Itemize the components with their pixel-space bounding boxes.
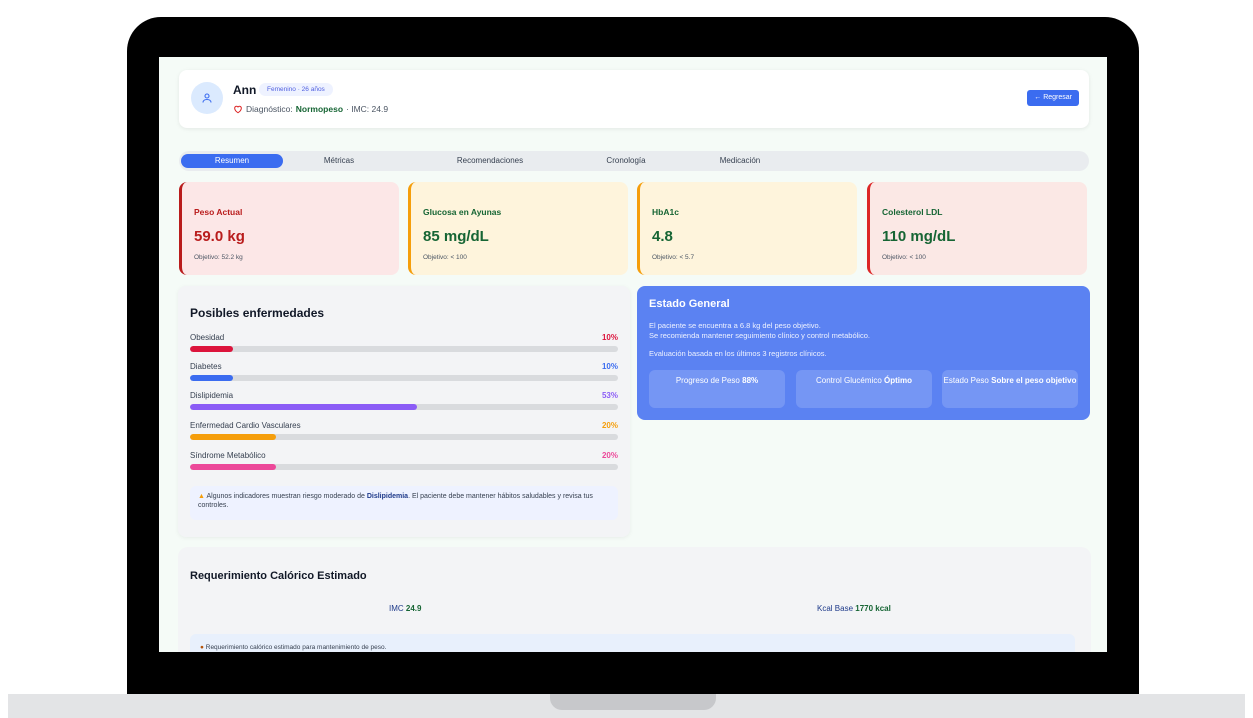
app-screen: Ann Femenino · 26 años Diagnóstico: Norm… xyxy=(159,57,1107,652)
estado-general-panel: Estado General El paciente se encuentra … xyxy=(637,286,1090,420)
alert-disease: Dislipidemia xyxy=(366,493,409,500)
disease-track xyxy=(190,404,618,410)
metric-value: 59.0 kg xyxy=(194,228,245,245)
disease-name: Enfermedad Cardio Vasculares xyxy=(190,421,301,430)
stat-value: Óptimo xyxy=(884,376,913,385)
metric-label: Peso Actual xyxy=(194,207,243,217)
estado-title: Estado General xyxy=(649,298,730,310)
estado-line: Evaluación basada en los últimos 3 regis… xyxy=(649,349,827,358)
gender-age-badge: Femenino · 26 años xyxy=(259,83,333,96)
kcal-value: 1770 kcal xyxy=(855,604,891,613)
stat-label: Progreso de Peso xyxy=(675,376,740,385)
caloric-note-text: Requerimiento calórico estimado para man… xyxy=(205,644,387,651)
diagnosis-value: Normopeso xyxy=(295,104,344,114)
disease-percent: 20% xyxy=(601,451,618,460)
metric-card-glucosa: Glucosa en Ayunas 85 mg/dL Objetivo: < 1… xyxy=(408,182,628,275)
risk-alert: ▲ Algunos indicadores muestran riesgo mo… xyxy=(190,486,618,520)
disease-row: Obesidad 10% xyxy=(190,333,618,359)
tab-recomendaciones[interactable]: Recomendaciones xyxy=(435,154,545,168)
disease-fill xyxy=(190,346,233,352)
metric-target: Objetivo: 52.2 kg xyxy=(194,254,243,261)
diagnosis-row: Diagnóstico: Normopeso · IMC: 24.9 xyxy=(233,104,388,114)
disease-row: Diabetes 10% xyxy=(190,362,618,388)
stat-value: Sobre el peso objetivo xyxy=(991,376,1077,385)
tab-cronologia[interactable]: Cronología xyxy=(581,154,671,168)
tab-resumen[interactable]: Resumen xyxy=(181,154,283,168)
caloric-imc: IMC 24.9 xyxy=(389,604,421,613)
disease-fill xyxy=(190,434,276,440)
disease-fill xyxy=(190,404,417,410)
imc-label: IMC xyxy=(389,604,404,613)
metric-label: Glucosa en Ayunas xyxy=(423,207,502,217)
tab-bar: Resumen Métricas Recomendaciones Cronolo… xyxy=(179,151,1089,171)
imc-value: 24.9 xyxy=(405,604,422,613)
disease-name: Obesidad xyxy=(190,333,225,342)
heart-icon xyxy=(234,105,242,114)
stat-value: 88% xyxy=(742,376,759,385)
metric-label: Colesterol LDL xyxy=(882,207,943,217)
disease-row: Síndrome Metabólico 20% xyxy=(190,451,618,477)
back-button[interactable]: ← Regresar xyxy=(1027,90,1079,106)
stat-progreso-peso: Progreso de Peso 88% xyxy=(649,370,785,408)
tab-metricas[interactable]: Métricas xyxy=(293,154,385,168)
caloric-kcal: Kcal Base 1770 kcal xyxy=(817,604,891,613)
kcal-label: Kcal Base xyxy=(817,604,854,613)
disease-track xyxy=(190,434,618,440)
metric-label: HbA1c xyxy=(652,207,679,217)
diagnosis-label: Diagnóstico: xyxy=(246,104,293,114)
metric-value: 110 mg/dL xyxy=(882,228,956,245)
metric-target: Objetivo: < 100 xyxy=(423,254,467,261)
disease-name: Diabetes xyxy=(190,362,222,371)
metric-card-colesterol: Colesterol LDL 110 mg/dL Objetivo: < 100 xyxy=(867,182,1087,275)
disease-percent: 10% xyxy=(601,362,618,371)
imc-text: · IMC: 24.9 xyxy=(346,104,389,114)
metric-card-hba1c: HbA1c 4.8 Objetivo: < 5.7 xyxy=(637,182,857,275)
metric-value: 4.8 xyxy=(652,228,673,245)
disease-track xyxy=(190,375,618,381)
disease-name: Dislipidemia xyxy=(190,391,234,400)
disease-percent: 20% xyxy=(601,421,618,430)
user-icon xyxy=(202,93,212,103)
diseases-title: Posibles enfermedades xyxy=(190,306,325,320)
caloric-panel: Requerimiento Calórico Estimado IMC 24.9… xyxy=(178,547,1091,652)
stat-label: Estado Peso xyxy=(943,376,989,385)
disease-fill xyxy=(190,375,233,381)
disease-name: Síndrome Metabólico xyxy=(190,451,266,460)
metric-target: Objetivo: < 5.7 xyxy=(652,254,695,261)
disease-fill xyxy=(190,464,276,470)
metric-target: Objetivo: < 100 xyxy=(882,254,926,261)
patient-header: Ann Femenino · 26 años Diagnóstico: Norm… xyxy=(179,70,1089,128)
laptop-notch xyxy=(550,694,716,710)
caloric-note: ● Requerimiento calórico estimado para m… xyxy=(190,634,1075,652)
avatar xyxy=(191,82,223,114)
patient-name: Ann xyxy=(233,83,257,97)
metric-card-peso: Peso Actual 59.0 kg Objetivo: 52.2 kg xyxy=(179,182,399,275)
disease-percent: 53% xyxy=(601,391,618,400)
flame-icon: ● xyxy=(200,644,204,651)
estado-line: El paciente se encuentra a 6.8 kg del pe… xyxy=(649,321,821,330)
caloric-title: Requerimiento Calórico Estimado xyxy=(190,570,367,582)
stat-label: Control Glucémico xyxy=(815,376,882,385)
alert-prefix: Algunos indicadores muestran riesgo mode… xyxy=(206,493,365,500)
disease-percent: 10% xyxy=(601,333,618,342)
disease-track xyxy=(190,464,618,470)
stat-estado-peso: Estado Peso Sobre el peso objetivo xyxy=(942,370,1078,408)
diseases-panel: Posibles enfermedades Obesidad 10% Diabe… xyxy=(178,286,630,537)
tab-medicacion[interactable]: Medicación xyxy=(695,154,785,168)
disease-track xyxy=(190,346,618,352)
disease-row: Enfermedad Cardio Vasculares 20% xyxy=(190,421,618,447)
estado-line: Se recomienda mantener seguimiento clíni… xyxy=(649,331,870,340)
stat-control-glucemico: Control Glucémico Óptimo xyxy=(796,370,932,408)
metric-value: 85 mg/dL xyxy=(423,228,489,245)
warning-icon: ▲ xyxy=(198,493,205,500)
disease-row: Dislipidemia 53% xyxy=(190,391,618,417)
